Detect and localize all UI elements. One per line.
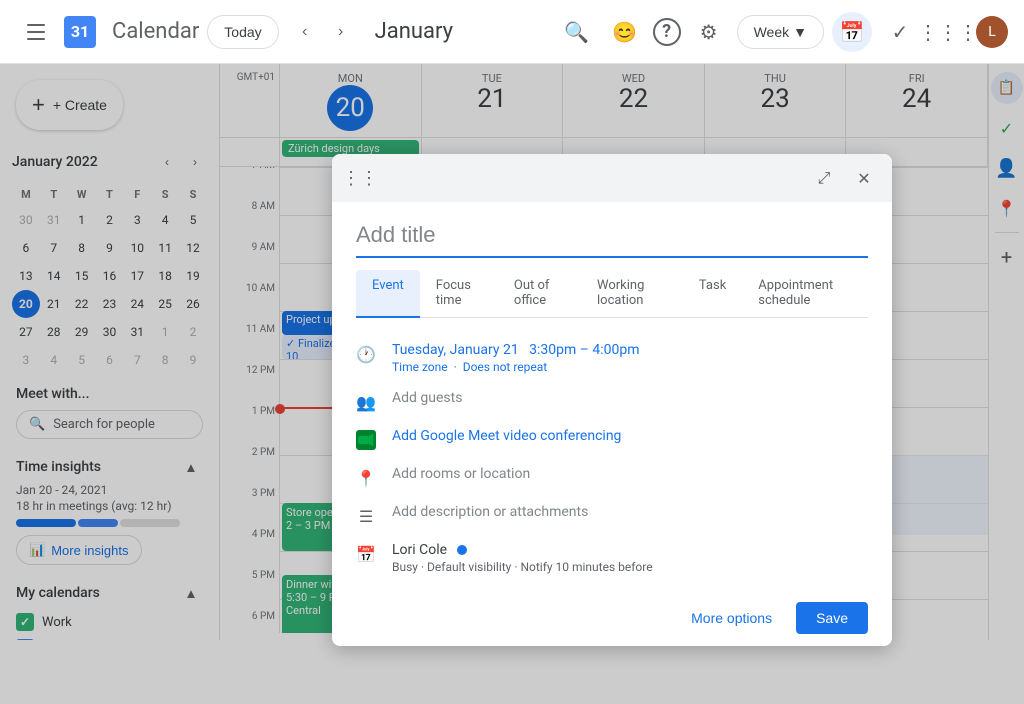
- owner-dot: [457, 545, 467, 555]
- dialog-footer: More options Save: [332, 590, 892, 646]
- search-icon[interactable]: 🔍: [557, 12, 597, 52]
- avatar[interactable]: L: [976, 16, 1008, 48]
- tab-working-location[interactable]: Working location: [581, 270, 683, 318]
- calendar-icon[interactable]: 📅: [832, 12, 872, 52]
- timezone-link[interactable]: Time zone: [392, 360, 448, 374]
- dialog-guests-row: 👥 Add guests: [356, 382, 868, 420]
- guests-icon: 👥: [356, 392, 376, 412]
- menu-button[interactable]: [16, 12, 56, 52]
- main-layout: + + Create January 2022 ‹ › M T W T: [0, 64, 1024, 640]
- tab-focus-time[interactable]: Focus time: [420, 270, 498, 318]
- apps-icon[interactable]: ⋮⋮⋮: [928, 12, 968, 52]
- dialog-description-row: ☰ Add description or attachments: [356, 496, 868, 534]
- event-timezone: Time zone · Does not repeat: [392, 360, 868, 374]
- prev-button[interactable]: ‹: [287, 14, 323, 50]
- event-time[interactable]: 3:30pm – 4:00pm: [529, 342, 639, 358]
- dialog-close-icon[interactable]: ✕: [848, 162, 880, 194]
- app-title: Calendar: [112, 19, 199, 44]
- current-month: January: [375, 19, 453, 44]
- location-icon: 📍: [356, 468, 376, 488]
- dialog-drag-icon: ⋮⋮: [344, 162, 376, 194]
- logo: 31: [64, 16, 96, 48]
- event-date[interactable]: Tuesday, January 21: [392, 342, 519, 358]
- check-icon[interactable]: ✓: [880, 12, 920, 52]
- owner-status: Busy · Default visibility · Notify 10 mi…: [392, 560, 868, 574]
- add-guests-label[interactable]: Add guests: [392, 390, 462, 406]
- dialog-expand-icon[interactable]: ⤢: [808, 162, 840, 194]
- tab-appointment-schedule[interactable]: Appointment schedule: [742, 270, 868, 318]
- status-icon[interactable]: 😊: [605, 12, 645, 52]
- dialog-body: Event Focus time Out of office Working l…: [332, 202, 892, 590]
- topbar: 31 Calendar Today ‹ › January 🔍 😊 ? ⚙ We…: [0, 0, 1024, 64]
- dialog-calendar-row: 📅 Lori Cole Busy · Default visibility · …: [356, 534, 868, 582]
- help-icon[interactable]: ?: [653, 18, 681, 46]
- description-label[interactable]: Add description or attachments: [392, 504, 588, 520]
- dialog-overlay: ⋮⋮ ⤢ ✕ Event Focus time Out of office Wo…: [0, 64, 1024, 704]
- today-button[interactable]: Today: [207, 15, 278, 49]
- dialog-topbar: ⋮⋮ ⤢ ✕: [332, 154, 892, 202]
- meet-icon: [356, 430, 376, 450]
- nav-arrows: ‹ ›: [287, 14, 359, 50]
- description-icon: ☰: [356, 506, 376, 526]
- more-options-button[interactable]: More options: [679, 602, 784, 634]
- meet-label[interactable]: Add Google Meet video conferencing: [392, 428, 621, 444]
- next-button[interactable]: ›: [323, 14, 359, 50]
- event-type-tabs: Event Focus time Out of office Working l…: [356, 270, 868, 318]
- event-title-input[interactable]: [356, 218, 868, 258]
- week-label: Week: [754, 24, 790, 40]
- tab-event[interactable]: Event: [356, 270, 420, 318]
- location-label[interactable]: Add rooms or location: [392, 466, 530, 482]
- tab-out-of-office[interactable]: Out of office: [498, 270, 581, 318]
- save-button[interactable]: Save: [796, 602, 868, 634]
- clock-icon: 🕐: [356, 344, 376, 364]
- repeat-link[interactable]: Does not repeat: [463, 360, 548, 374]
- dialog-meet-row: Add Google Meet video conferencing: [356, 420, 868, 458]
- week-dropdown-icon: ▼: [793, 24, 807, 40]
- tab-task[interactable]: Task: [683, 270, 742, 318]
- dialog-location-row: 📍 Add rooms or location: [356, 458, 868, 496]
- dialog-datetime-row: 🕐 Tuesday, January 21 3:30pm – 4:00pm Ti…: [356, 334, 868, 382]
- settings-icon[interactable]: ⚙: [689, 12, 729, 52]
- week-view-button[interactable]: Week ▼: [737, 15, 824, 49]
- new-event-dialog: ⋮⋮ ⤢ ✕ Event Focus time Out of office Wo…: [332, 154, 892, 646]
- owner-name: Lori Cole: [392, 542, 447, 558]
- calendar-icon: 📅: [356, 544, 376, 564]
